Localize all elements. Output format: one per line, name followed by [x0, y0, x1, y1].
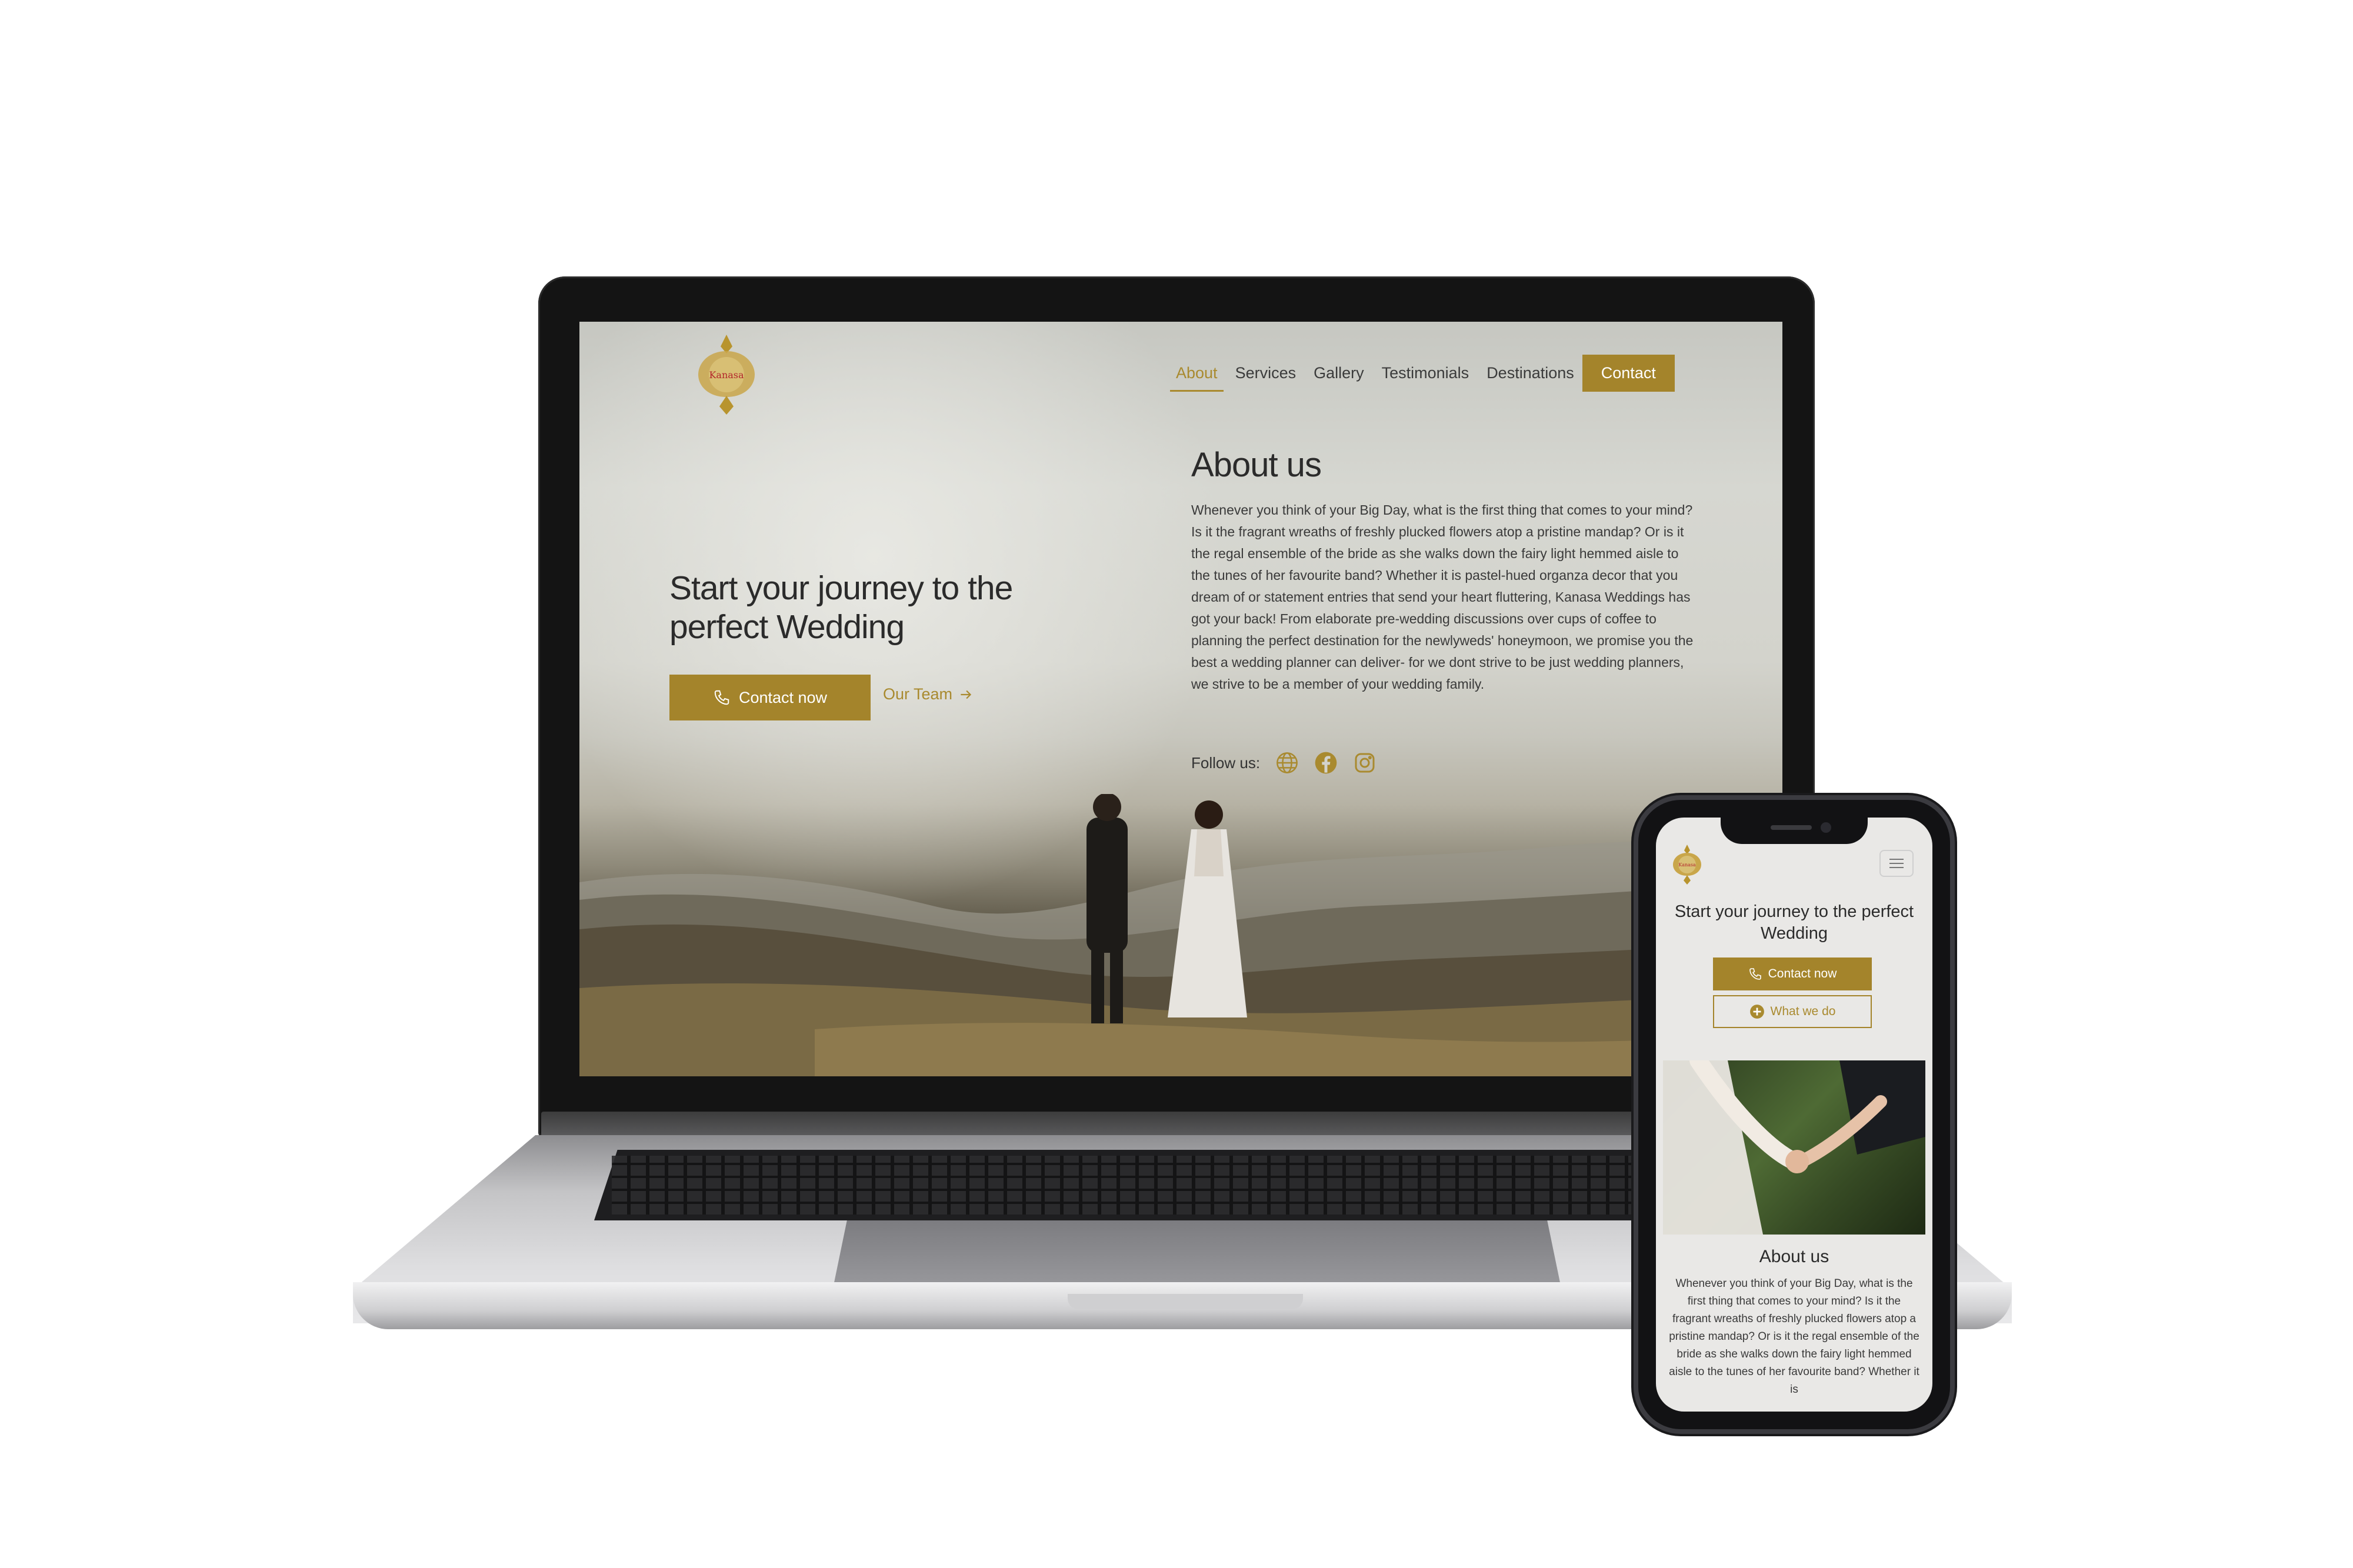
mobile-about-title: About us [1759, 1247, 1829, 1266]
logo-wordmark-mobile: Kanasa [1678, 862, 1696, 868]
arrow-right-icon [961, 690, 972, 699]
about-text: Whenever you think of your Big Day, what… [1191, 502, 1694, 692]
nav-about[interactable]: About [1170, 359, 1224, 392]
globe-icon[interactable] [1275, 751, 1299, 775]
plus-circle-icon [1749, 1005, 1764, 1019]
facebook-icon[interactable] [1314, 751, 1338, 775]
phone-speaker [1771, 825, 1812, 830]
mobile-contact-now-button[interactable]: Contact now [1713, 958, 1872, 990]
our-team-link[interactable]: Our Team [883, 685, 974, 703]
hero-title: Start your journey to the perfect Weddin… [669, 569, 1013, 646]
mobile-hero-title: Start your journey to the perfect Weddin… [1674, 902, 1914, 943]
follow-label: Follow us: [1191, 753, 1261, 772]
holding-hands-illustration [1663, 1060, 1925, 1235]
contact-now-button[interactable]: Contact now [669, 675, 871, 720]
nav-destinations[interactable]: Destinations [1484, 359, 1577, 387]
phone-camera [1821, 822, 1831, 833]
instagram-icon[interactable] [1353, 751, 1377, 775]
nav-contact-button[interactable]: Contact [1582, 354, 1675, 392]
holding-hands-photo [1663, 1060, 1925, 1235]
phone-icon [714, 690, 729, 705]
hero-landscape [579, 794, 1782, 1076]
nav-services[interactable]: Services [1233, 359, 1299, 387]
our-team-label: Our Team [883, 685, 953, 703]
logo-wordmark: Kanasa [709, 369, 744, 381]
laptop-screen: Kanasa About Services Gallery Testimonia… [579, 322, 1782, 1076]
contact-now-label: Contact now [738, 688, 828, 706]
kanasa-logo-mobile[interactable]: Kanasa [1672, 844, 1702, 885]
mobile-contact-now-label: Contact now [1768, 967, 1837, 980]
follow-us: Follow us: [1191, 751, 1377, 775]
laptop-lid-notch [1068, 1294, 1303, 1309]
hamburger-menu-button[interactable] [1879, 850, 1914, 877]
laptop-hinge [541, 1112, 1812, 1139]
keyboard-keys [612, 1156, 1741, 1215]
hamburger-icon [1889, 859, 1904, 868]
what-we-do-button[interactable]: What we do [1713, 995, 1872, 1028]
what-we-do-label: What we do [1770, 1005, 1836, 1018]
nav-testimonials[interactable]: Testimonials [1379, 359, 1472, 387]
phone-screen: Kanasa Start your journey to the perfect… [1656, 818, 1932, 1412]
kanasa-logo[interactable]: Kanasa [697, 333, 756, 416]
mobile-about-text: Whenever you think of your Big Day, what… [1669, 1277, 1919, 1396]
about-title: About us [1191, 446, 1322, 484]
main-nav: About Services Gallery Testimonials Dest… [1170, 354, 1675, 392]
nav-gallery[interactable]: Gallery [1311, 359, 1367, 387]
phone-icon [1749, 968, 1761, 980]
laptop-trackpad [832, 1220, 1562, 1291]
